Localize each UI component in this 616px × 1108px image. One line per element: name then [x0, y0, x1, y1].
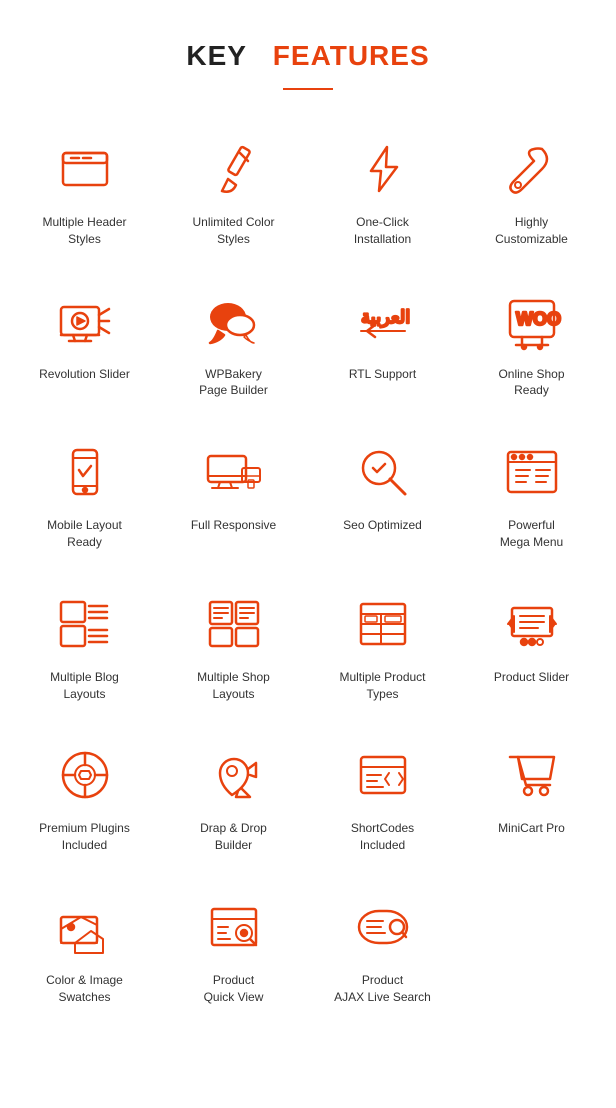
drag-icon — [199, 740, 269, 810]
feature-premium-plugins-included: Premium PluginsIncluded — [10, 726, 159, 868]
product-icon — [348, 589, 418, 659]
svg-text:العربية: العربية — [361, 307, 410, 328]
title-divider — [283, 88, 333, 90]
feature-label: Mobile LayoutReady — [47, 517, 122, 551]
feature-label: PowerfulMega Menu — [500, 517, 563, 551]
paint-icon — [199, 134, 269, 204]
feature-label: Seo Optimized — [343, 517, 422, 534]
feature-drag-drop-builder: Drap & DropBuilder — [159, 726, 308, 868]
plugins-icon — [50, 740, 120, 810]
feature-label: ShortCodesIncluded — [351, 820, 414, 854]
feature-full-responsive: Full Responsive — [159, 423, 308, 565]
feature-label: MiniCart Pro — [498, 820, 565, 837]
feature-label: Revolution Slider — [39, 366, 130, 383]
megamenu-icon — [497, 437, 567, 507]
feature-label: Color & ImageSwatches — [46, 972, 123, 1006]
feature-rtl-support: العربية RTL Support — [308, 272, 457, 414]
feature-multiple-blog-layouts: Multiple BlogLayouts — [10, 575, 159, 717]
feature-wpbakery-page-builder: WPBakeryPage Builder — [159, 272, 308, 414]
feature-multiple-shop-layouts: Multiple ShopLayouts — [159, 575, 308, 717]
key-text: KEY — [186, 40, 246, 71]
seo-icon — [348, 437, 418, 507]
feature-powerful-mega-menu: PowerfulMega Menu — [457, 423, 606, 565]
feature-label: Online ShopReady — [498, 366, 564, 400]
feature-label: RTL Support — [349, 366, 416, 383]
feature-product-ajax-search: ProductAJAX Live Search — [308, 878, 457, 1020]
feature-label: Multiple ProductTypes — [339, 669, 425, 703]
feature-label: Product Slider — [494, 669, 569, 686]
shop-icon — [199, 589, 269, 659]
search-icon — [348, 892, 418, 962]
feature-label: Multiple HeaderStyles — [42, 214, 126, 248]
lightning-icon — [348, 134, 418, 204]
feature-multiple-header-styles: Multiple HeaderStyles — [10, 120, 159, 262]
feature-label: Full Responsive — [191, 517, 276, 534]
feature-product-quick-view: ProductQuick View — [159, 878, 308, 1020]
feature-label: Multiple ShopLayouts — [197, 669, 270, 703]
feature-label: HighlyCustomizable — [495, 214, 568, 248]
feature-label: ProductQuick View — [204, 972, 264, 1006]
features-text: FEATURES — [273, 40, 430, 71]
feature-product-slider: Product Slider — [457, 575, 606, 717]
feature-minicart-pro: MiniCart Pro — [457, 726, 606, 868]
feature-highly-customizable: HighlyCustomizable — [457, 120, 606, 262]
feature-multiple-product-types: Multiple ProductTypes — [308, 575, 457, 717]
feature-label: ProductAJAX Live Search — [334, 972, 431, 1006]
feature-label: Unlimited ColorStyles — [192, 214, 274, 248]
header-icon — [50, 134, 120, 204]
feature-label: Premium PluginsIncluded — [39, 820, 130, 854]
features-grid: Multiple HeaderStyles Unlimited ColorSty… — [0, 110, 616, 1030]
feature-empty — [457, 878, 606, 1020]
feature-label: One-ClickInstallation — [354, 214, 411, 248]
slider-icon — [497, 589, 567, 659]
wrench-icon — [497, 134, 567, 204]
feature-label: WPBakeryPage Builder — [199, 366, 268, 400]
page-title: KEY FEATURES — [0, 0, 616, 82]
responsive-icon — [199, 437, 269, 507]
woo-icon: WOO — [497, 286, 567, 356]
mobile-icon — [50, 437, 120, 507]
feature-seo-optimized: Seo Optimized — [308, 423, 457, 565]
feature-label: Multiple BlogLayouts — [50, 669, 119, 703]
feature-online-shop-ready: WOO Online ShopReady — [457, 272, 606, 414]
blog-icon — [50, 589, 120, 659]
svg-text:WOO: WOO — [516, 309, 561, 329]
feature-label: Drap & DropBuilder — [200, 820, 267, 854]
swatches-icon — [50, 892, 120, 962]
video-icon — [50, 286, 120, 356]
chat-icon — [199, 286, 269, 356]
rtl-icon: العربية — [348, 286, 418, 356]
feature-one-click-installation: One-ClickInstallation — [308, 120, 457, 262]
cart-icon — [497, 740, 567, 810]
feature-revolution-slider: Revolution Slider — [10, 272, 159, 414]
quickview-icon — [199, 892, 269, 962]
feature-unlimited-color-styles: Unlimited ColorStyles — [159, 120, 308, 262]
shortcodes-icon — [348, 740, 418, 810]
feature-color-image-swatches: Color & ImageSwatches — [10, 878, 159, 1020]
feature-shortcodes-included: ShortCodesIncluded — [308, 726, 457, 868]
feature-mobile-layout-ready: Mobile LayoutReady — [10, 423, 159, 565]
